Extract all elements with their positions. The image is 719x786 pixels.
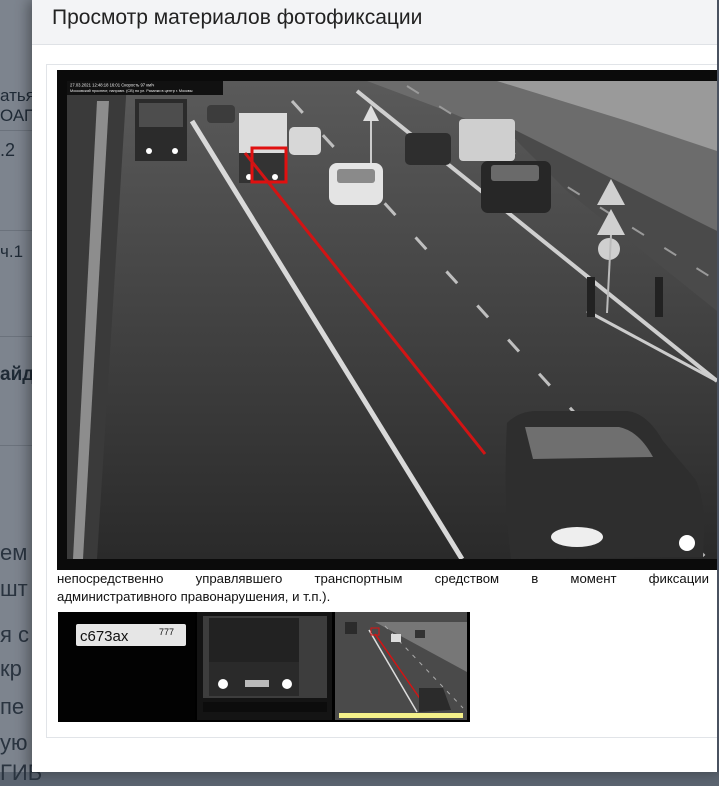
thumbnail-plate[interactable]: с673ах 777	[58, 612, 195, 720]
description-line-1: непосредственно управлявшего транспортны…	[57, 571, 709, 586]
thumbnail-overview-selected[interactable]	[335, 612, 467, 720]
bg-fragment: шт	[0, 576, 28, 601]
bg-fragment: ОАП	[0, 106, 37, 125]
photo-overlay-line1: 27.03.2021 12:48:18 16:01 Скорость 97 км…	[70, 83, 154, 88]
bg-fragment: кр	[0, 656, 22, 681]
bg-fragment: айд	[0, 364, 35, 385]
bg-fragment: ую	[0, 730, 28, 755]
plate-region-text: 777	[159, 627, 174, 637]
plate-number-text: с673ах	[80, 628, 129, 645]
bg-fragment: .2	[0, 140, 16, 160]
modal-title: Просмотр материалов фотофиксации	[52, 6, 423, 29]
bg-fragment: атья	[0, 86, 35, 105]
photo-description: непосредственно управлявшего транспортны…	[57, 570, 709, 606]
bg-fragment: пе	[0, 694, 25, 719]
bg-fragment: я с	[0, 622, 30, 647]
modal-header: Просмотр материалов фотофиксации	[32, 0, 719, 45]
main-traffic-photo[interactable]: 27.03.2021 12:48:18 16:01 Скорость 97 км…	[67, 81, 717, 559]
description-line-2: административного правонарушения, и т.п.…	[57, 589, 331, 604]
thumbnail-vehicle-closeup[interactable]	[197, 612, 332, 720]
bg-fragment: ч.1	[0, 242, 24, 261]
bg-fragment: ем	[0, 540, 28, 565]
photo-overlay-line2: Московский проспект, направл. (СВ) по ул…	[70, 89, 193, 93]
